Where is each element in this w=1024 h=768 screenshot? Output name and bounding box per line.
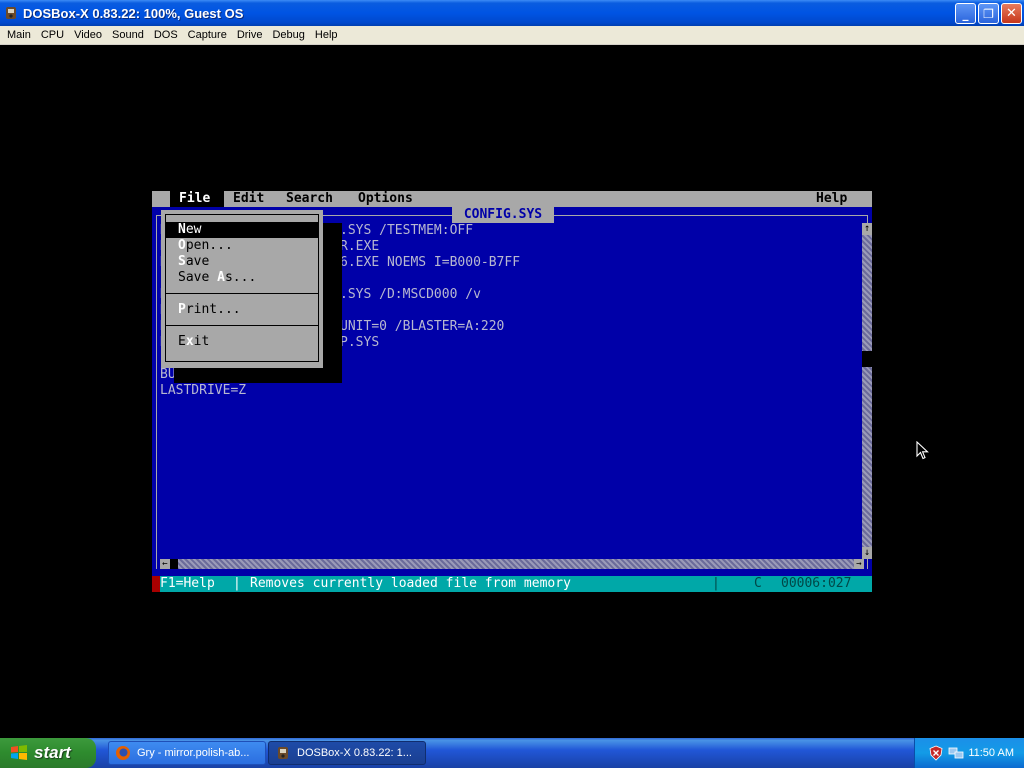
document-title: CONFIG.SYS [452, 207, 554, 223]
horizontal-scroll-thumb[interactable] [170, 559, 178, 569]
network-icon[interactable] [948, 745, 964, 761]
status-help-hint: F1=Help [160, 576, 215, 591]
app-menubar: Main CPU Video Sound DOS Capture Drive D… [0, 26, 1024, 45]
file-menu-new[interactable]: New [166, 222, 318, 238]
status-caps-indicator: C [754, 576, 762, 591]
text-line: LASTDRIVE=Z [160, 383, 247, 398]
edit-status-bar: F1=Help | Removes currently loaded file … [152, 576, 872, 592]
system-tray: 11:50 AM [914, 738, 1024, 768]
dos-edit-screen[interactable]: File Edit Search Options Help CONFIG.SYS… [152, 191, 872, 592]
status-separator: | [233, 576, 241, 591]
edit-menu-help[interactable]: Help [816, 191, 847, 207]
start-button[interactable]: start [0, 738, 96, 768]
file-menu-open[interactable]: Open... [166, 238, 318, 254]
minimize-button[interactable]: _ [955, 3, 976, 24]
menu-help[interactable]: Help [310, 29, 343, 41]
file-menu-save-as[interactable]: Save As... [166, 270, 318, 286]
firefox-icon [116, 746, 130, 760]
menu-separator [166, 325, 318, 326]
edit-menu-options[interactable]: Options [358, 191, 413, 207]
taskbar: start Gry - mirror.polish-ab... DOSBox-X… [0, 738, 1024, 768]
menu-capture[interactable]: Capture [183, 29, 232, 41]
menu-cpu[interactable]: CPU [36, 29, 69, 41]
vertical-scrollbar[interactable]: ↑ ↓ [862, 223, 872, 559]
edit-menu-file[interactable]: File [170, 191, 224, 207]
vertical-scroll-thumb[interactable] [862, 351, 872, 367]
window-titlebar[interactable]: DOSBox-X 0.83.22: 100%, Guest OS _ ❐ ✕ [0, 0, 1024, 26]
scroll-down-arrow-icon[interactable]: ↓ [862, 547, 872, 559]
windows-logo-icon [11, 745, 27, 760]
dosbox-app-icon [6, 7, 16, 19]
clock[interactable]: 11:50 AM [968, 747, 1014, 759]
edit-menu-search[interactable]: Search [286, 191, 333, 207]
menu-main[interactable]: Main [2, 29, 36, 41]
taskbar-button-label: DOSBox-X 0.83.22: 1... [297, 747, 412, 759]
mouse-pointer-icon [916, 441, 929, 460]
file-dropdown-menu: New Open... Save Save As... Print... Exi… [161, 210, 323, 368]
close-button[interactable]: ✕ [1001, 3, 1022, 24]
menu-debug[interactable]: Debug [267, 29, 309, 41]
window-title: DOSBox-X 0.83.22: 100%, Guest OS [23, 5, 244, 21]
scroll-left-arrow-icon[interactable]: ← [160, 559, 170, 569]
taskbar-button-dosbox[interactable]: DOSBox-X 0.83.22: 1... [268, 741, 426, 765]
file-menu-print[interactable]: Print... [166, 302, 318, 318]
start-label: start [34, 743, 71, 762]
dosbox-app-icon [278, 747, 288, 759]
restore-button[interactable]: ❐ [978, 3, 999, 24]
status-marker [152, 576, 160, 592]
menu-dos[interactable]: DOS [149, 29, 183, 41]
scroll-up-arrow-icon[interactable]: ↑ [862, 223, 872, 235]
file-menu-exit[interactable]: Exit [166, 334, 318, 350]
taskbar-button-label: Gry - mirror.polish-ab... [137, 747, 250, 759]
menu-drive[interactable]: Drive [232, 29, 268, 41]
menu-sound[interactable]: Sound [107, 29, 149, 41]
security-shield-icon[interactable] [928, 745, 944, 761]
status-cursor-position: 00006:027 [781, 576, 852, 591]
scroll-right-arrow-icon[interactable]: → [854, 559, 864, 569]
menu-separator [166, 293, 318, 294]
file-menu-save[interactable]: Save [166, 254, 318, 270]
edit-menu-edit[interactable]: Edit [233, 191, 264, 207]
taskbar-button-firefox[interactable]: Gry - mirror.polish-ab... [108, 741, 266, 765]
horizontal-scrollbar[interactable]: ← → [160, 559, 864, 569]
status-separator: | [712, 576, 720, 591]
edit-menubar: File Edit Search Options Help [152, 191, 872, 207]
menu-video[interactable]: Video [69, 29, 107, 41]
status-message: Removes currently loaded file from memor… [250, 576, 571, 591]
